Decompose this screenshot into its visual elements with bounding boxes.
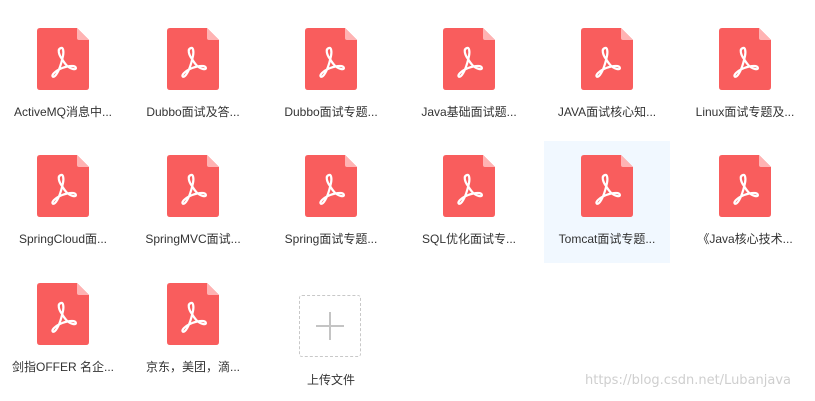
- file-name: Java基础面试题...: [421, 105, 517, 119]
- file-item[interactable]: Dubbo面试专题...: [268, 14, 394, 136]
- pdf-icon: [167, 155, 219, 217]
- pdf-icon: [443, 28, 495, 90]
- file-name: Spring面试专题...: [284, 232, 378, 246]
- file-name: JAVA面试核心知...: [557, 105, 657, 119]
- file-item[interactable]: SpringMVC面试...: [130, 141, 256, 263]
- pdf-icon: [443, 155, 495, 217]
- pdf-icon: [719, 155, 771, 217]
- plus-icon: [316, 312, 344, 340]
- pdf-icon: [167, 28, 219, 90]
- pdf-icon: [581, 28, 633, 90]
- pdf-icon: [305, 28, 357, 90]
- file-item[interactable]: Spring面试专题...: [268, 141, 394, 263]
- file-item[interactable]: Java基础面试题...: [406, 14, 532, 136]
- pdf-icon: [37, 283, 89, 345]
- file-item[interactable]: Dubbo面试及答...: [130, 14, 256, 136]
- file-name: 京东，美团，滴...: [145, 360, 240, 374]
- file-name: Linux面试专题及...: [695, 105, 795, 119]
- pdf-icon: [37, 28, 89, 90]
- pdf-icon: [37, 155, 89, 217]
- file-item[interactable]: 剑指OFFER 名企...: [0, 269, 126, 391]
- file-item[interactable]: SQL优化面试专...: [406, 141, 532, 263]
- file-name: 剑指OFFER 名企...: [11, 360, 114, 374]
- file-name: SpringCloud面...: [18, 232, 108, 246]
- file-name: Dubbo面试及答...: [146, 105, 240, 119]
- file-item[interactable]: 京东，美团，滴...: [130, 269, 256, 391]
- file-name: SQL优化面试专...: [421, 232, 516, 246]
- pdf-icon: [305, 155, 357, 217]
- file-name: Dubbo面试专题...: [284, 105, 378, 119]
- upload-label: 上传文件: [306, 373, 355, 387]
- file-grid: ActiveMQ消息中... Dubbo面试及答... Dubbo面试专题... Ja…: [0, 0, 815, 401]
- pdf-icon: [167, 283, 219, 345]
- upload-button[interactable]: [299, 295, 361, 357]
- file-item[interactable]: Linux面试专题及...: [682, 14, 808, 136]
- file-item[interactable]: Tomcat面试专题...: [544, 141, 670, 263]
- file-item[interactable]: SpringCloud面...: [0, 141, 126, 263]
- file-name: ActiveMQ消息中...: [13, 105, 112, 119]
- file-item[interactable]: JAVA面试核心知...: [544, 14, 670, 136]
- file-name: Tomcat面试专题...: [558, 232, 656, 246]
- pdf-icon: [581, 155, 633, 217]
- pdf-icon: [719, 28, 771, 90]
- file-item[interactable]: ActiveMQ消息中...: [0, 14, 126, 136]
- watermark: https://blog.csdn.net/Lubanjava: [585, 373, 792, 388]
- file-item[interactable]: 《Java核心技术...: [682, 141, 808, 263]
- file-name: SpringMVC面试...: [145, 232, 241, 246]
- file-name: 《Java核心技术...: [697, 232, 793, 246]
